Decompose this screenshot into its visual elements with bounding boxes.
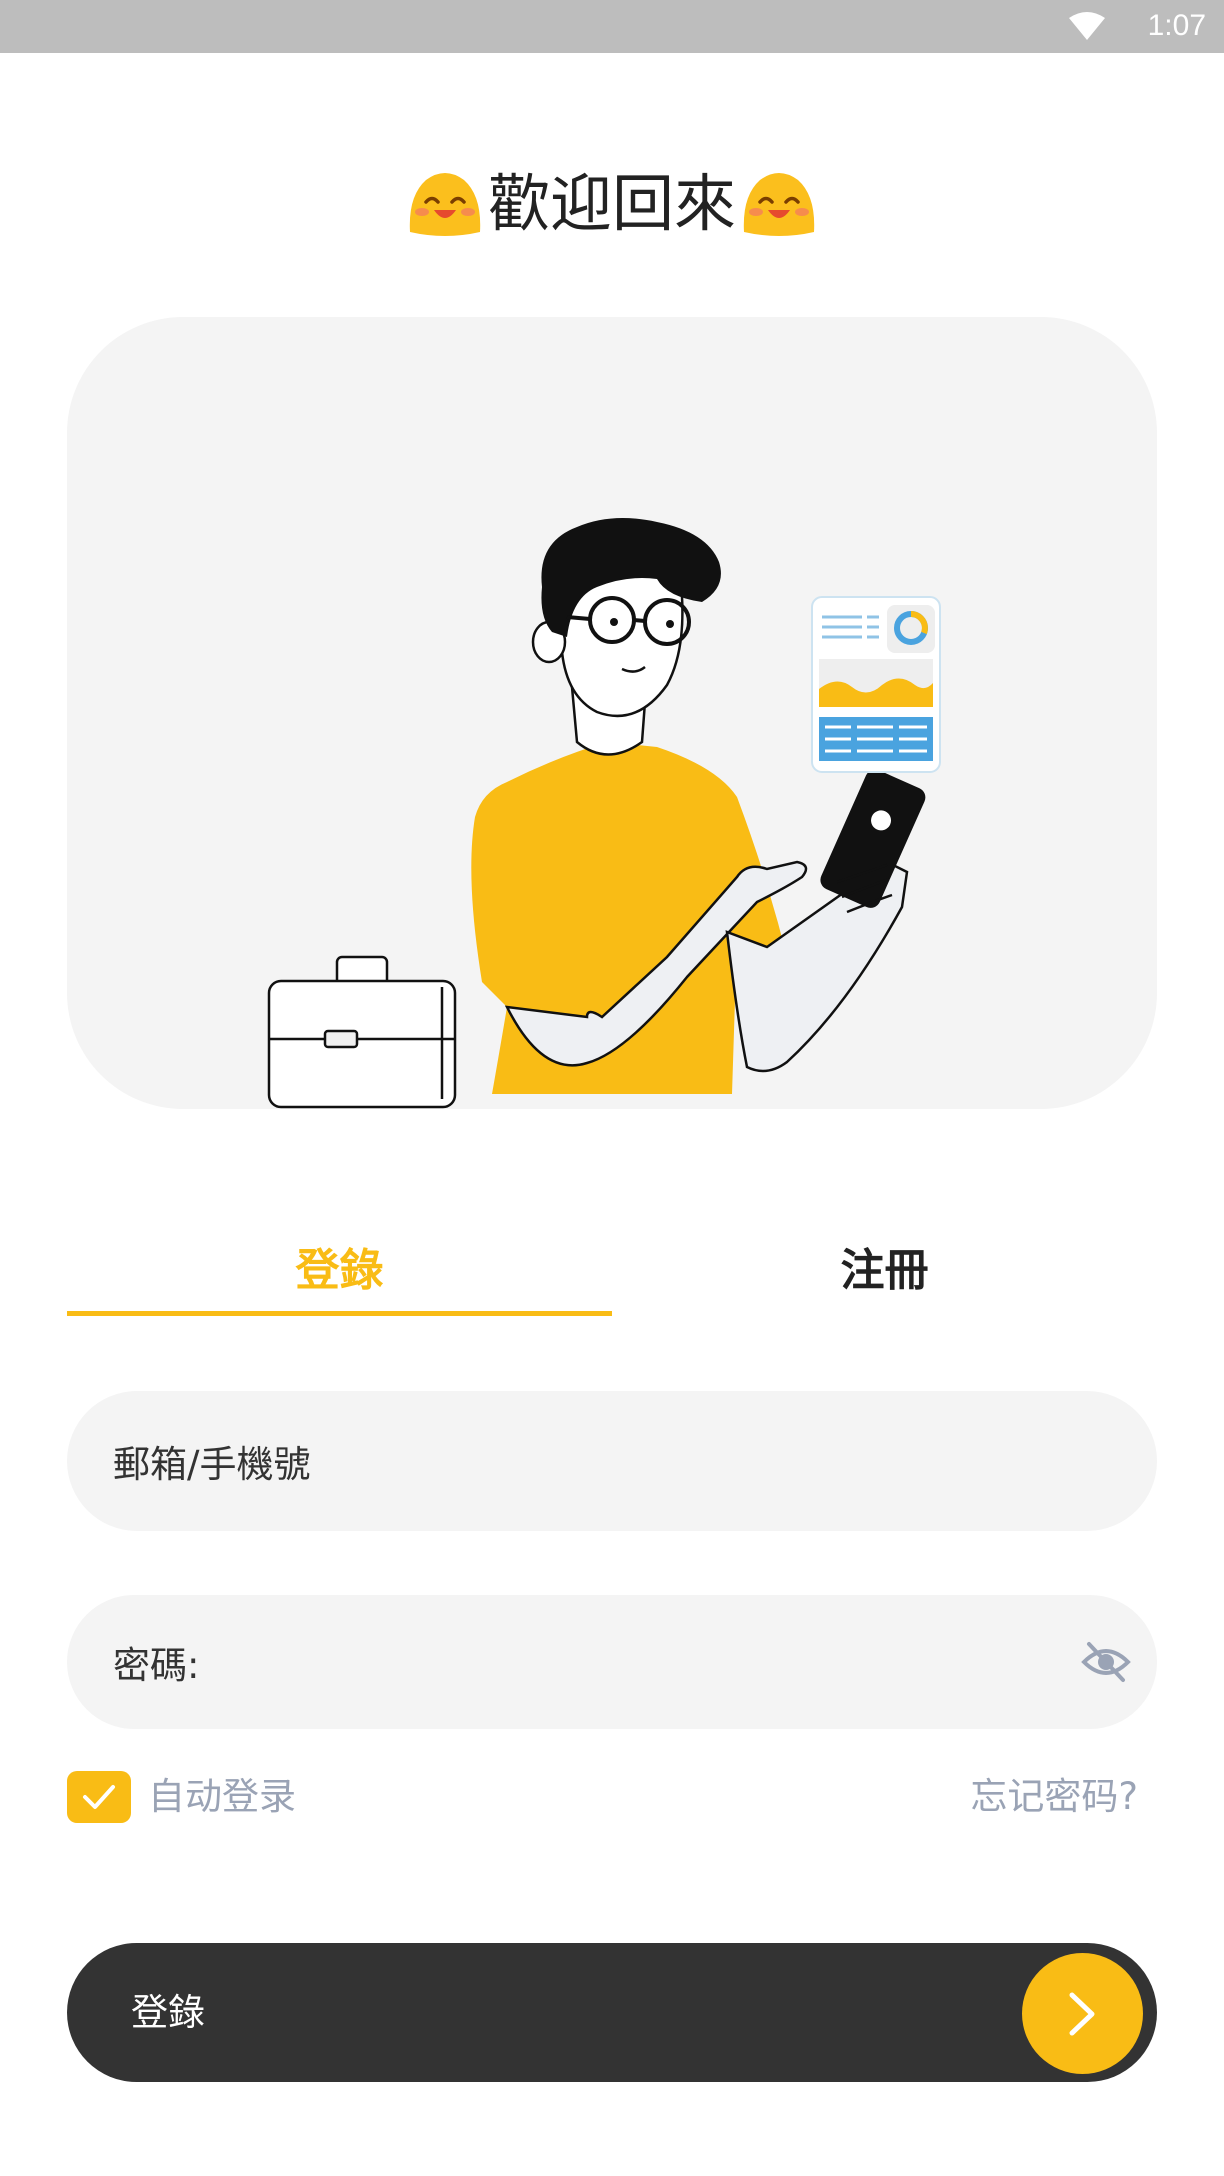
- smiling-face-icon: [743, 173, 815, 236]
- forgot-password-link[interactable]: 忘记密码?: [970, 1772, 1138, 1822]
- briefcase-icon: [267, 955, 457, 1109]
- login-button[interactable]: 登錄: [67, 1943, 1157, 2082]
- status-time: 1:07: [1147, 9, 1206, 42]
- email-phone-input[interactable]: 郵箱/手機號: [67, 1391, 1157, 1531]
- password-input[interactable]: 密碼:: [67, 1595, 1157, 1729]
- status-bar: 1:07: [0, 0, 1224, 53]
- checkmark-icon: [83, 1785, 115, 1809]
- login-button-label: 登錄: [131, 1991, 205, 2034]
- chevron-right-icon: [1069, 1992, 1095, 2036]
- smiling-face-icon: [409, 173, 481, 236]
- tab-register[interactable]: 注冊: [612, 1220, 1157, 1312]
- person-with-phone-illustration: [267, 518, 941, 1109]
- tab-login[interactable]: 登錄: [67, 1220, 612, 1312]
- active-tab-indicator: [67, 1311, 612, 1316]
- welcome-header: 歡迎回來: [0, 164, 1224, 244]
- auto-login-checkbox[interactable]: [67, 1771, 131, 1823]
- password-label: 密碼:: [113, 1644, 200, 1687]
- phone-icon: [820, 769, 926, 908]
- welcome-title: 歡迎回來: [487, 167, 736, 240]
- email-phone-placeholder: 郵箱/手機號: [113, 1443, 311, 1486]
- wifi-icon: [1069, 12, 1105, 40]
- auth-tabs: 登錄 注冊: [67, 1220, 1157, 1320]
- submit-arrow-button[interactable]: [1022, 1953, 1143, 2074]
- hero-illustration: [67, 317, 1157, 1109]
- auto-login-label[interactable]: 自动登录: [148, 1772, 296, 1822]
- eye-off-icon[interactable]: [1081, 1640, 1131, 1684]
- dashboard-card-icon: [811, 596, 941, 773]
